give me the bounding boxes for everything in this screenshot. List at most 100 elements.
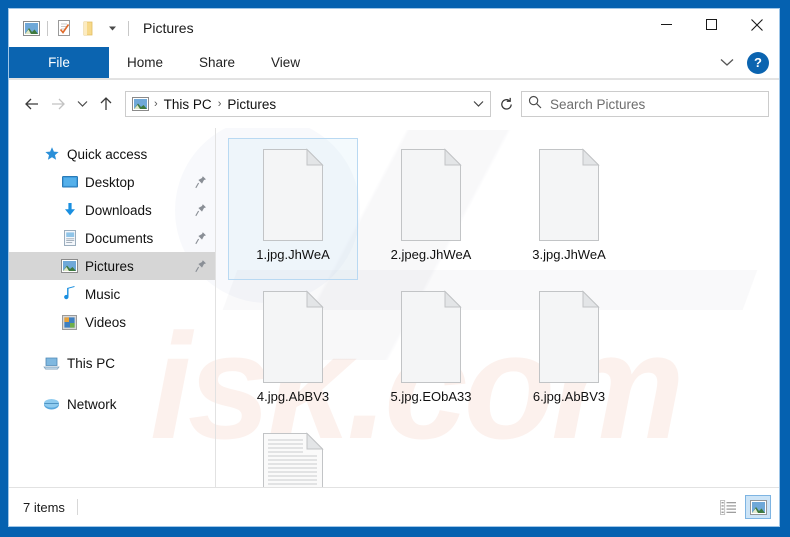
status-separator bbox=[76, 499, 78, 515]
documents-icon bbox=[61, 230, 78, 247]
sidebar-label: This PC bbox=[67, 355, 116, 371]
breadcrumb-pictures[interactable]: Pictures bbox=[224, 97, 279, 112]
sidebar-item-quick-access[interactable]: Quick access bbox=[9, 140, 215, 168]
up-button[interactable] bbox=[93, 91, 119, 117]
pictures-icon bbox=[61, 258, 78, 275]
details-view-button[interactable] bbox=[715, 495, 741, 519]
videos-icon bbox=[61, 314, 78, 331]
sidebar-label: Documents bbox=[85, 230, 154, 246]
download-icon bbox=[61, 202, 78, 219]
file-list-pane[interactable]: 1.jpg.JhWeA 2.jpeg.JhWeA 3.jpg.JhWeA 4.j… bbox=[216, 128, 779, 487]
sidebar-label: Desktop bbox=[85, 174, 135, 190]
pin-icon[interactable] bbox=[195, 231, 207, 245]
file-item[interactable]: 1.jpg.JhWeA bbox=[228, 138, 358, 280]
back-button[interactable] bbox=[19, 91, 45, 117]
sidebar-item-pictures[interactable]: Pictures bbox=[9, 252, 215, 280]
properties-icon[interactable] bbox=[52, 16, 76, 40]
help-button[interactable]: ? bbox=[747, 51, 769, 74]
new-folder-icon[interactable] bbox=[76, 16, 100, 40]
tab-home[interactable]: Home bbox=[109, 47, 181, 78]
blank-file-icon bbox=[255, 289, 331, 385]
sidebar-label: Videos bbox=[85, 314, 127, 330]
sidebar-item-this-pc[interactable]: This PC bbox=[9, 349, 215, 377]
pin-icon[interactable] bbox=[195, 175, 207, 189]
search-icon bbox=[528, 95, 542, 114]
file-item[interactable]: 4.jpg.AbBV3 bbox=[228, 280, 358, 422]
sidebar-label: Quick access bbox=[67, 146, 148, 162]
pin-icon[interactable] bbox=[195, 259, 207, 273]
sidebar-item-music[interactable]: Music bbox=[9, 280, 215, 308]
search-input[interactable] bbox=[550, 96, 740, 112]
file-name: 6.jpg.AbBV3 bbox=[532, 389, 606, 404]
minimize-button[interactable] bbox=[644, 9, 689, 40]
main-content: Quick access Desktop Downloads Documents… bbox=[9, 128, 779, 487]
title-bar: Pictures bbox=[9, 9, 779, 47]
music-icon bbox=[61, 286, 78, 303]
file-name: 1.jpg.JhWeA bbox=[256, 247, 330, 262]
navigation-bar: › This PC › Pictures bbox=[9, 80, 779, 128]
status-bar: 7 items bbox=[9, 487, 779, 526]
blank-file-icon bbox=[531, 289, 607, 385]
blank-file-icon bbox=[531, 147, 607, 243]
ribbon-tab-strip: File Home Share View ? bbox=[9, 47, 779, 78]
sidebar-label: Music bbox=[85, 286, 121, 302]
sidebar-item-network[interactable]: Network bbox=[9, 390, 215, 418]
text-file-icon bbox=[255, 431, 331, 487]
tab-view[interactable]: View bbox=[253, 47, 318, 78]
window-title: Pictures bbox=[143, 20, 194, 36]
blank-file-icon bbox=[393, 289, 469, 385]
search-box[interactable] bbox=[521, 91, 769, 117]
file-item[interactable]: 6.jpg.AbBV3 bbox=[504, 280, 634, 422]
sidebar-label: Downloads bbox=[85, 202, 152, 218]
sidebar-item-downloads[interactable]: Downloads bbox=[9, 196, 215, 224]
item-count-label: 7 items bbox=[23, 499, 65, 515]
refresh-button[interactable] bbox=[491, 90, 521, 118]
file-name: 2.jpeg.JhWeA bbox=[390, 247, 472, 262]
file-item[interactable]: 2.jpeg.JhWeA bbox=[366, 138, 496, 280]
file-name: 4.jpg.AbBV3 bbox=[256, 389, 330, 404]
sidebar-gap-2 bbox=[9, 377, 215, 390]
file-explorer-window: Pictures File Home Share View ? › This P… bbox=[8, 8, 780, 527]
desktop-background: Pictures File Home Share View ? › This P… bbox=[0, 0, 790, 537]
star-icon bbox=[43, 146, 60, 163]
address-bar[interactable]: › This PC › Pictures bbox=[125, 91, 491, 117]
sidebar-item-desktop[interactable]: Desktop bbox=[9, 168, 215, 196]
large-icons-view-button[interactable] bbox=[745, 495, 771, 519]
desktop-icon bbox=[61, 174, 78, 191]
breadcrumb-separator-1[interactable]: › bbox=[151, 98, 161, 110]
file-item[interactable]: 3.jpg.JhWeA bbox=[504, 138, 634, 280]
sidebar-label: Pictures bbox=[85, 258, 134, 274]
close-button[interactable] bbox=[734, 9, 779, 40]
recent-locations-chevron-icon[interactable] bbox=[71, 91, 93, 117]
blank-file-icon bbox=[393, 147, 469, 243]
file-grid: 1.jpg.JhWeA 2.jpeg.JhWeA 3.jpg.JhWeA 4.j… bbox=[228, 138, 779, 487]
file-name: 5.jpg.EObA33 bbox=[390, 389, 472, 404]
pictures-thumbnail-icon[interactable] bbox=[19, 16, 43, 40]
maximize-button[interactable] bbox=[689, 9, 734, 40]
qat-separator bbox=[47, 20, 48, 36]
file-item[interactable]: RECOVER-FILES.txt bbox=[228, 422, 358, 487]
view-toggle-group bbox=[715, 495, 771, 519]
ribbon-right-controls: ? bbox=[713, 47, 779, 78]
network-icon bbox=[43, 396, 60, 413]
window-controls bbox=[644, 9, 779, 47]
blank-file-icon bbox=[255, 147, 331, 243]
address-dropdown-chevron-icon[interactable] bbox=[468, 92, 488, 116]
breadcrumb-separator-2[interactable]: › bbox=[215, 98, 225, 110]
navigation-pane: Quick access Desktop Downloads Documents… bbox=[9, 128, 216, 487]
expand-ribbon-chevron-icon[interactable] bbox=[713, 50, 741, 76]
breadcrumb-pictures-icon bbox=[131, 96, 149, 112]
sidebar-item-videos[interactable]: Videos bbox=[9, 308, 215, 336]
pin-icon[interactable] bbox=[195, 203, 207, 217]
sidebar-item-documents[interactable]: Documents bbox=[9, 224, 215, 252]
forward-button[interactable] bbox=[45, 91, 71, 117]
breadcrumb-this-pc[interactable]: This PC bbox=[161, 97, 215, 112]
customize-qat-chevron-icon[interactable] bbox=[100, 16, 124, 40]
tab-share[interactable]: Share bbox=[181, 47, 253, 78]
file-name: 3.jpg.JhWeA bbox=[532, 247, 606, 262]
this-pc-icon bbox=[43, 355, 60, 372]
file-item[interactable]: 5.jpg.EObA33 bbox=[366, 280, 496, 422]
tab-file[interactable]: File bbox=[9, 47, 109, 78]
sidebar-label: Network bbox=[67, 396, 117, 412]
